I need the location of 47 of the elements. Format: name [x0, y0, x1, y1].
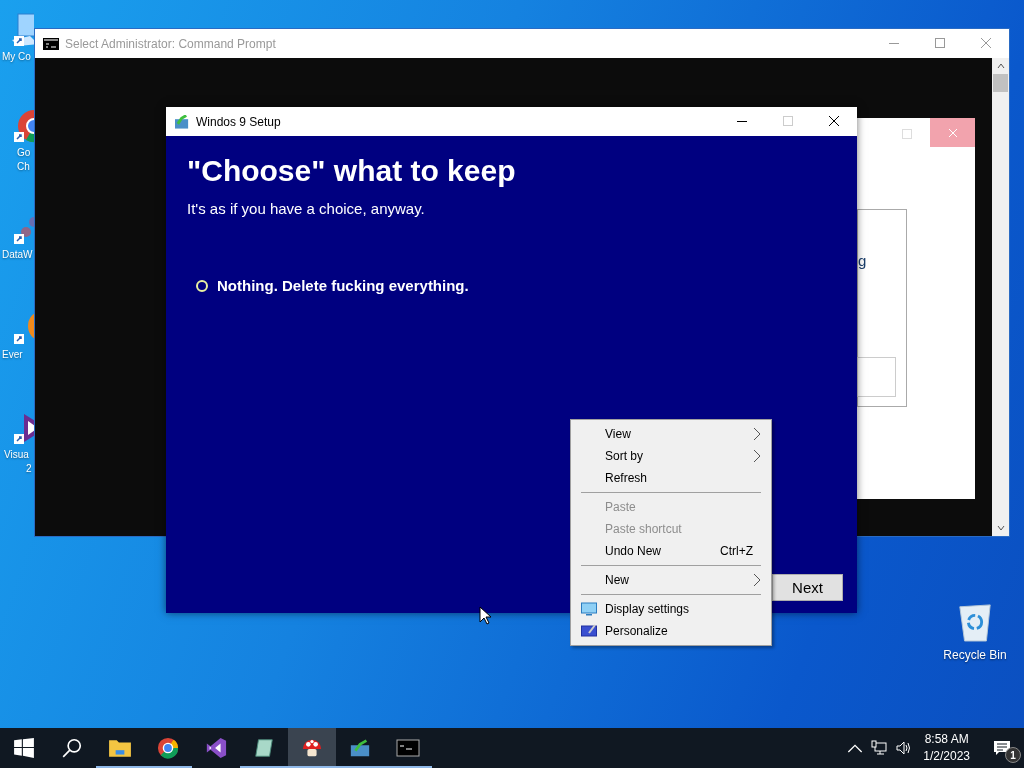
- search-icon[interactable]: [60, 737, 84, 759]
- menu-item[interactable]: Refresh: [573, 467, 769, 489]
- icon-label: DataW: [1, 248, 33, 262]
- folder-icon[interactable]: [108, 737, 132, 759]
- menu-item[interactable]: Display settings: [573, 598, 769, 620]
- icon-label: 2: [25, 462, 32, 476]
- taskbar-button[interactable]: [288, 728, 336, 768]
- terminal-icon[interactable]: [396, 737, 420, 759]
- personalize-icon: [581, 624, 597, 638]
- notification-button[interactable]: 1: [980, 728, 1024, 768]
- input-field[interactable]: [857, 357, 896, 397]
- icon-label: Go: [16, 146, 31, 160]
- cursor-icon: [479, 606, 491, 625]
- scrollbar[interactable]: [992, 58, 1009, 536]
- browser-icon[interactable]: [156, 737, 180, 759]
- volume-icon[interactable]: [895, 740, 912, 756]
- notification-icon[interactable]: [993, 740, 1011, 756]
- next-button[interactable]: Next: [772, 574, 843, 601]
- visual-studio-icon[interactable]: [204, 737, 228, 759]
- icon-label: Recycle Bin: [943, 648, 1007, 662]
- icon-label: Ever: [1, 348, 23, 362]
- notification-badge: 1: [1005, 747, 1021, 763]
- menu-item[interactable]: Personalize: [573, 620, 769, 642]
- window-title: Select Administrator: Command Prompt: [65, 36, 276, 51]
- icon-label: My Co: [1, 50, 31, 64]
- menu-item[interactable]: New: [573, 569, 769, 591]
- icon-label: Ch: [16, 160, 30, 174]
- scroll-thumb[interactable]: [993, 74, 1008, 92]
- menu-item[interactable]: View: [573, 423, 769, 445]
- subtitle: It's as if you have a choice, anyway.: [187, 200, 426, 217]
- scroll-up-icon[interactable]: [995, 61, 1006, 71]
- scroll-down-icon[interactable]: [995, 523, 1006, 533]
- setup-icon[interactable]: [348, 737, 372, 759]
- mushroom-icon[interactable]: [300, 737, 324, 759]
- windows-logo-icon[interactable]: [12, 737, 36, 759]
- menu-item[interactable]: Undo New Ctrl+Z: [573, 540, 769, 562]
- window-title: Windos 9 Setup: [196, 114, 281, 129]
- heading: "Choose" what to keep: [187, 153, 517, 189]
- menu-item[interactable]: Sort by: [573, 445, 769, 467]
- notepad-icon[interactable]: [252, 737, 276, 759]
- monitor-icon: [581, 602, 597, 616]
- icon-label: Visua: [3, 448, 29, 462]
- text-fragment: g: [858, 252, 867, 269]
- radio-option[interactable]: Nothing. Delete fucking everything.: [196, 277, 837, 294]
- setup-icon: [175, 114, 190, 129]
- clock[interactable]: 8:58 AM 1/2/2023: [915, 728, 980, 768]
- terminal-icon: [43, 37, 59, 50]
